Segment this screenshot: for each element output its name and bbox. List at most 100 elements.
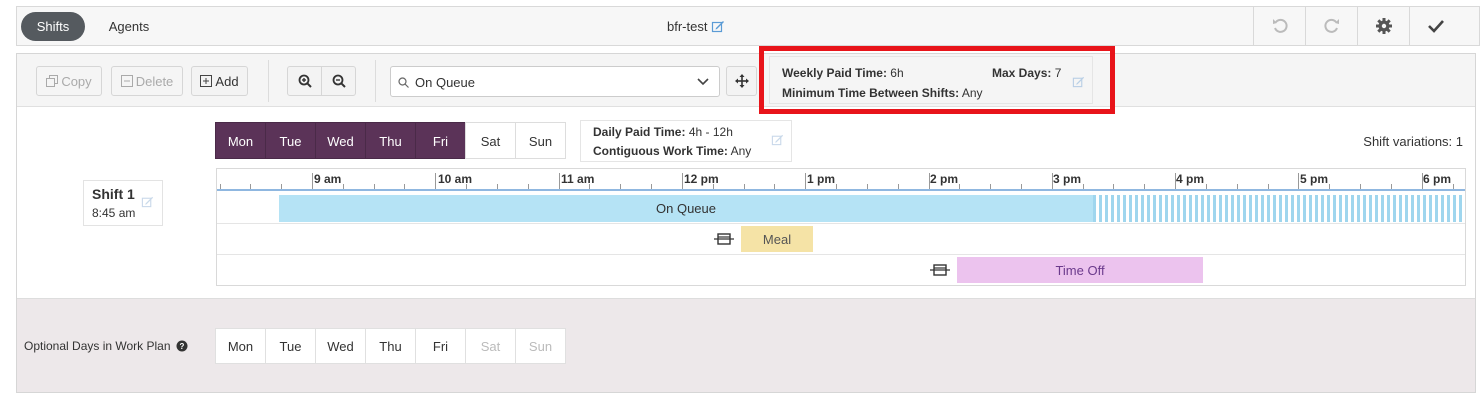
gear-icon: [1375, 18, 1392, 34]
optional-day-sat: Sat: [465, 328, 516, 364]
lane-meal: Meal: [217, 224, 1465, 255]
plan-title: bfr-test: [667, 19, 708, 34]
ruler-tick: [1082, 184, 1084, 189]
ruler-tick: [1452, 184, 1454, 189]
on-queue-flex-block[interactable]: [1093, 195, 1465, 222]
day-toggle-fri[interactable]: Fri: [415, 122, 466, 159]
ruler-tick: [1175, 173, 1177, 189]
shift-card[interactable]: Shift 1 8:45 am: [83, 180, 163, 226]
calendar-icon[interactable]: [930, 263, 950, 280]
top-bar: Shifts Agents bfr-test: [16, 6, 1480, 46]
optional-day-fri[interactable]: Fri: [415, 328, 466, 364]
meal-block[interactable]: Meal: [741, 226, 813, 252]
hour-label: 4 pm: [1176, 172, 1205, 186]
optional-days-label-wrap: Optional Days in Work Plan ?: [24, 339, 188, 353]
optional-day-tue[interactable]: Tue: [265, 328, 316, 364]
contiguous-value: Any: [730, 144, 752, 158]
add-button[interactable]: Add: [191, 66, 248, 96]
shift-days-selector: Mon Tue Wed Thu Fri Sat Sun: [215, 122, 566, 159]
shift-variations-count: Shift variations: 1: [1363, 134, 1463, 149]
delete-label: Delete: [135, 73, 174, 89]
calendar-icon[interactable]: [714, 232, 734, 249]
ruler-tick: [805, 173, 807, 189]
ruler-tick: [1020, 184, 1022, 189]
on-queue-block[interactable]: On Queue: [279, 195, 1093, 222]
ruler-tick: [589, 184, 591, 189]
ruler-tick: [620, 184, 622, 189]
time-off-block[interactable]: Time Off: [957, 257, 1203, 283]
ruler-tick: [866, 184, 868, 189]
zoom-in-button[interactable]: [287, 66, 322, 96]
meal-label: Meal: [762, 231, 792, 247]
edit-plan-name-icon[interactable]: [711, 19, 725, 36]
contiguous-label: Contiguous Work Time:: [593, 144, 728, 158]
ruler-tick: [681, 173, 683, 189]
ruler-tick: [1390, 184, 1392, 189]
toolbar-divider: [268, 60, 269, 102]
ruler-tick: [774, 184, 776, 189]
time-ruler: 9 am 10 am 11 am 12 pm 1 pm 2 pm 3 pm 4 …: [217, 169, 1465, 191]
move-button[interactable]: [726, 66, 757, 96]
lane-time-off: Time Off: [217, 255, 1465, 286]
hour-label: 2 pm: [930, 172, 959, 186]
activity-select-value: On Queue: [415, 75, 475, 90]
ruler-tick: [1298, 173, 1300, 189]
day-toggle-sun[interactable]: Sun: [515, 122, 566, 159]
plan-title-wrap: bfr-test: [667, 19, 725, 36]
delete-button[interactable]: Delete: [111, 66, 183, 96]
save-button[interactable]: [1409, 7, 1461, 45]
work-area: Copy Delete Add On Queue Weekly Paid Tim…: [16, 53, 1476, 393]
help-icon[interactable]: ?: [176, 340, 188, 352]
ruler-tick: [1360, 184, 1362, 189]
time-off-label: Time Off: [1055, 262, 1105, 278]
ruler-tick: [928, 173, 930, 189]
redo-icon: [1323, 18, 1339, 33]
ruler-tick: [743, 184, 745, 189]
search-icon: [398, 77, 409, 88]
ruler-tick: [712, 184, 714, 189]
edit-shift-settings-icon[interactable]: [771, 133, 784, 149]
optional-days-section: Optional Days in Work Plan ? Mon Tue Wed…: [17, 298, 1475, 392]
checkmark-icon: [1427, 20, 1444, 33]
zoom-out-button[interactable]: [321, 66, 356, 96]
settings-button[interactable]: [1357, 7, 1409, 45]
redo-button[interactable]: [1305, 7, 1357, 45]
on-queue-label: On Queue: [656, 201, 716, 216]
activity-select[interactable]: On Queue: [390, 66, 720, 97]
day-toggle-tue[interactable]: Tue: [265, 122, 316, 159]
edit-shift-icon[interactable]: [141, 195, 154, 211]
copy-button[interactable]: Copy: [36, 66, 102, 96]
day-toggle-sat[interactable]: Sat: [465, 122, 516, 159]
move-arrows-icon: [734, 74, 749, 88]
undo-button[interactable]: [1253, 7, 1305, 45]
ruler-tick: [404, 184, 406, 189]
ruler-tick: [435, 173, 437, 189]
tab-agents[interactable]: Agents: [99, 12, 159, 41]
ruler-tick: [959, 184, 961, 189]
ruler-tick: [836, 184, 838, 189]
day-toggle-thu[interactable]: Thu: [365, 122, 416, 159]
hour-label: 5 pm: [1300, 172, 1329, 186]
ruler-tick: [1205, 184, 1207, 189]
tab-shifts[interactable]: Shifts: [21, 12, 85, 41]
ruler-tick: [1051, 173, 1053, 189]
svg-text:?: ?: [179, 342, 184, 351]
ruler-tick: [651, 184, 653, 189]
ruler-tick: [1329, 184, 1331, 189]
hour-label: 1 pm: [807, 172, 836, 186]
ruler-tick: [558, 173, 560, 189]
ruler-tick: [250, 184, 252, 189]
ruler-tick: [990, 184, 992, 189]
ruler-tick: [281, 184, 283, 189]
day-toggle-wed[interactable]: Wed: [315, 122, 366, 159]
ruler-tick: [466, 184, 468, 189]
optional-day-mon[interactable]: Mon: [215, 328, 266, 364]
ruler-tick: [496, 184, 498, 189]
zoom-out-icon: [332, 74, 346, 88]
shift-name: Shift 1: [92, 186, 135, 202]
optional-day-wed[interactable]: Wed: [315, 328, 366, 364]
ruler-tick: [1113, 184, 1115, 189]
lane-on-queue: On Queue: [217, 193, 1465, 224]
optional-day-thu[interactable]: Thu: [365, 328, 416, 364]
day-toggle-mon[interactable]: Mon: [215, 122, 266, 159]
